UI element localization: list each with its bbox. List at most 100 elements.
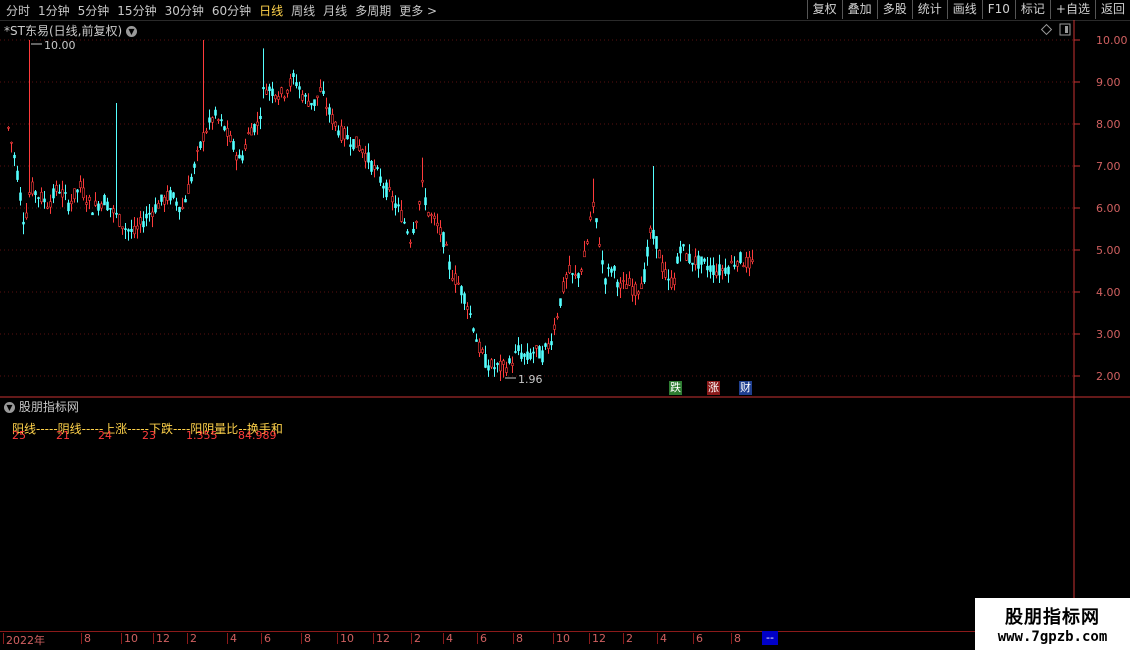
- x-tick-label: 8: [301, 632, 311, 645]
- x-tick-label: 10: [337, 632, 354, 645]
- y-tick-label: 4.00: [1096, 286, 1121, 299]
- kline-chart[interactable]: 10.00 9.00 8.00 7.00 6.00 5.00 4.00 3.00 2.00 10…: [0, 20, 1130, 632]
- y-tick-label: 3.00: [1096, 328, 1121, 341]
- tab-period-30min[interactable]: 30分钟: [165, 2, 204, 19]
- x-tick-label: 2: [623, 632, 633, 645]
- candle-body: [328, 107, 331, 115]
- candle-body: [340, 125, 343, 141]
- badge-rise[interactable]: 涨: [707, 381, 720, 395]
- candle-body: [100, 203, 103, 209]
- overlay-button[interactable]: 叠加: [841, 0, 877, 19]
- chevron-down-icon[interactable]: ▼: [125, 26, 137, 37]
- candle-body: [394, 203, 397, 208]
- chevron-down-icon[interactable]: ▼: [4, 402, 15, 413]
- tab-period-weekly[interactable]: 周线: [291, 2, 315, 19]
- f10-button[interactable]: F10: [981, 0, 1015, 19]
- badge-fall[interactable]: 跌: [669, 381, 682, 395]
- tab-period-multi[interactable]: 多周期: [355, 2, 391, 19]
- tab-period-15min[interactable]: 15分钟: [117, 2, 156, 19]
- candle-body: [433, 215, 436, 219]
- candle-body: [694, 256, 697, 265]
- candle-body: [517, 345, 520, 352]
- x-tick-label: 8: [81, 632, 91, 645]
- candle-body: [655, 236, 658, 249]
- back-button[interactable]: 返回: [1094, 0, 1130, 19]
- tab-period-more[interactable]: 更多 >: [399, 2, 437, 19]
- candle-body: [496, 362, 499, 366]
- candle-body: [508, 358, 511, 364]
- tab-period-fenshi[interactable]: 分时: [6, 2, 30, 19]
- x-tick-label: 4: [227, 632, 237, 645]
- candle-body: [751, 259, 754, 262]
- candle-body: [271, 88, 274, 96]
- candle-body: [658, 250, 661, 259]
- candle-body: [502, 360, 505, 365]
- candle-body: [10, 141, 13, 144]
- multi-stock-button[interactable]: 多股: [876, 0, 912, 19]
- candle-body: [499, 360, 502, 372]
- add-watchlist-button[interactable]: +自选: [1049, 0, 1095, 19]
- candle-body: [451, 278, 454, 281]
- candle-body: [118, 214, 121, 227]
- candle-body: [397, 204, 400, 207]
- candle-body: [748, 256, 751, 269]
- draw-line-button[interactable]: 画线: [946, 0, 982, 19]
- tab-period-60min[interactable]: 60分钟: [212, 2, 251, 19]
- candle-body: [577, 273, 580, 279]
- candle-body: [235, 155, 238, 161]
- candle-body: [352, 139, 355, 150]
- candle-body: [559, 298, 562, 306]
- tab-period-monthly[interactable]: 月线: [323, 2, 347, 19]
- tab-period-daily[interactable]: 日线: [259, 2, 283, 19]
- candle-body: [685, 253, 688, 261]
- candle-body: [244, 144, 247, 150]
- candle-body: [511, 362, 514, 366]
- candle-body: [136, 225, 139, 230]
- candle-body: [178, 207, 181, 213]
- value-up-count: 24: [98, 429, 112, 442]
- candle-body: [202, 132, 205, 142]
- candle-body: [460, 286, 463, 296]
- tab-period-5min[interactable]: 5分钟: [78, 2, 110, 19]
- candle-body: [661, 262, 664, 272]
- candle-body: [556, 316, 559, 319]
- x-tick-label: 6: [477, 632, 487, 645]
- candle-body: [28, 192, 31, 195]
- fuquan-button[interactable]: 复权: [806, 0, 842, 19]
- candle-body: [676, 256, 679, 264]
- x-tick-label: 6: [261, 632, 271, 645]
- diamond-icon[interactable]: [1040, 23, 1053, 36]
- candle-body: [94, 200, 97, 206]
- candle-body: [634, 283, 637, 296]
- candle-body: [439, 227, 442, 236]
- candle-body: [184, 199, 187, 203]
- candle-body: [472, 328, 475, 332]
- y-tick-label: 8.00: [1096, 118, 1121, 131]
- low-marker: 1.96: [505, 373, 543, 386]
- candle-body: [7, 127, 10, 129]
- tab-period-1min[interactable]: 1分钟: [38, 2, 70, 19]
- candle-body: [547, 343, 550, 349]
- candle-body: [538, 346, 541, 359]
- candle-body: [667, 278, 670, 281]
- candle-body: [595, 218, 598, 223]
- candle-body: [622, 280, 625, 282]
- candle-body: [169, 190, 172, 201]
- watermark-url: www.7gpzb.com: [997, 629, 1108, 645]
- candle-body: [436, 222, 439, 227]
- badge-finance[interactable]: 财: [739, 381, 752, 395]
- candle-body: [220, 119, 223, 122]
- candle-body: [151, 211, 154, 217]
- candle-body: [226, 127, 229, 137]
- mark-button[interactable]: 标记: [1014, 0, 1050, 19]
- candle-body: [601, 260, 604, 265]
- candle-body: [457, 282, 460, 285]
- indicator-title: ▼ 股朋指标网: [4, 398, 79, 415]
- candle-body: [412, 228, 415, 234]
- panel-toggle-icon[interactable]: [1059, 23, 1071, 36]
- candle-body: [292, 73, 295, 77]
- y-tick-label: 2.00: [1096, 370, 1121, 383]
- statistics-button[interactable]: 统计: [911, 0, 947, 19]
- candle-body: [361, 149, 364, 154]
- date-cursor: --: [762, 631, 778, 645]
